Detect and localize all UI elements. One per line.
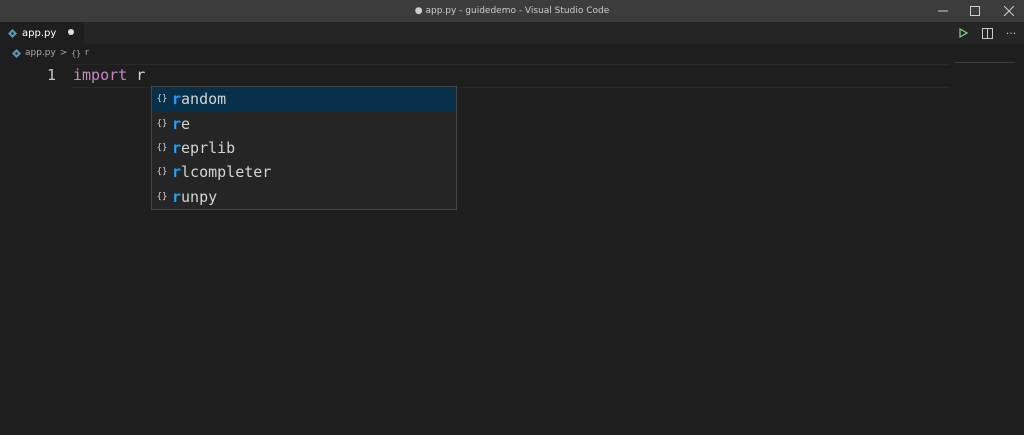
suggestion-label: lcompleter [181, 163, 272, 182]
identifier-token: r [136, 66, 146, 84]
breadcrumb-file-label: app.py [25, 48, 56, 58]
suggestion-match: r [172, 163, 182, 182]
python-file-icon [8, 28, 17, 38]
unsaved-dot-icon[interactable] [68, 29, 74, 35]
tab-app-py[interactable]: app.py [0, 22, 84, 44]
suggestion-label: andom [181, 90, 227, 109]
suggestion-match: r [172, 187, 182, 206]
tab-bar: app.py ··· [0, 22, 1024, 44]
close-icon [1004, 6, 1014, 16]
code-line[interactable]: import r [73, 66, 145, 84]
keyword-token: import [73, 66, 128, 84]
suggestion-match: r [172, 138, 182, 157]
suggestion-label: e [181, 114, 191, 133]
tab-label: app.py [22, 27, 57, 39]
autocomplete-suggest-widget: {} r andom {} re {} r eprlib {} r lcomplete… [151, 86, 457, 210]
close-button[interactable] [992, 0, 1024, 22]
window-title: ● app.py - guidedemo - Visual Studio Cod… [414, 6, 610, 16]
suggestion-item[interactable]: {} r eprlib [152, 136, 456, 160]
breadcrumb-symbol-label: r [85, 48, 89, 58]
module-icon: {} [156, 142, 168, 153]
module-icon: {} [156, 167, 168, 178]
run-button[interactable] [956, 26, 970, 40]
breadcrumb-file[interactable]: app.py [0, 48, 56, 58]
suggestion-item[interactable]: {} r unpy [152, 185, 456, 209]
suggestion-label: eprlib [181, 138, 236, 157]
minimize-icon [938, 10, 948, 12]
title-bar: ● app.py - guidedemo - Visual Studio Cod… [0, 0, 1024, 22]
editor-actions: ··· [956, 22, 1018, 44]
maximize-icon [970, 6, 980, 16]
minimize-button[interactable] [926, 0, 960, 22]
suggestion-item[interactable]: {} r lcompleter [152, 160, 456, 184]
maximize-button[interactable] [958, 0, 992, 22]
suggestion-label: unpy [181, 187, 218, 206]
suggestion-match: r [172, 114, 182, 133]
module-icon: {} [156, 191, 168, 202]
suggestion-match: r [172, 90, 182, 109]
suggestion-item[interactable]: {} re [152, 111, 456, 135]
more-actions-button[interactable]: ··· [1004, 26, 1018, 40]
current-line-highlight [72, 64, 948, 88]
module-icon: {} [156, 94, 168, 105]
line-number: 1 [46, 66, 56, 84]
split-editor-button[interactable] [980, 26, 994, 40]
split-editor-icon [981, 27, 993, 39]
module-icon: {} [156, 118, 168, 129]
breadcrumb: app.py > {} r [0, 44, 1024, 62]
chevron-right-icon: > [59, 48, 68, 58]
play-icon [958, 28, 968, 38]
breadcrumb-symbol[interactable]: {} r [71, 48, 88, 58]
namespace-icon: {} [71, 48, 82, 58]
suggestion-item[interactable]: {} r andom [152, 87, 456, 112]
minimap-shadow [955, 62, 1015, 63]
python-file-icon [12, 48, 21, 58]
